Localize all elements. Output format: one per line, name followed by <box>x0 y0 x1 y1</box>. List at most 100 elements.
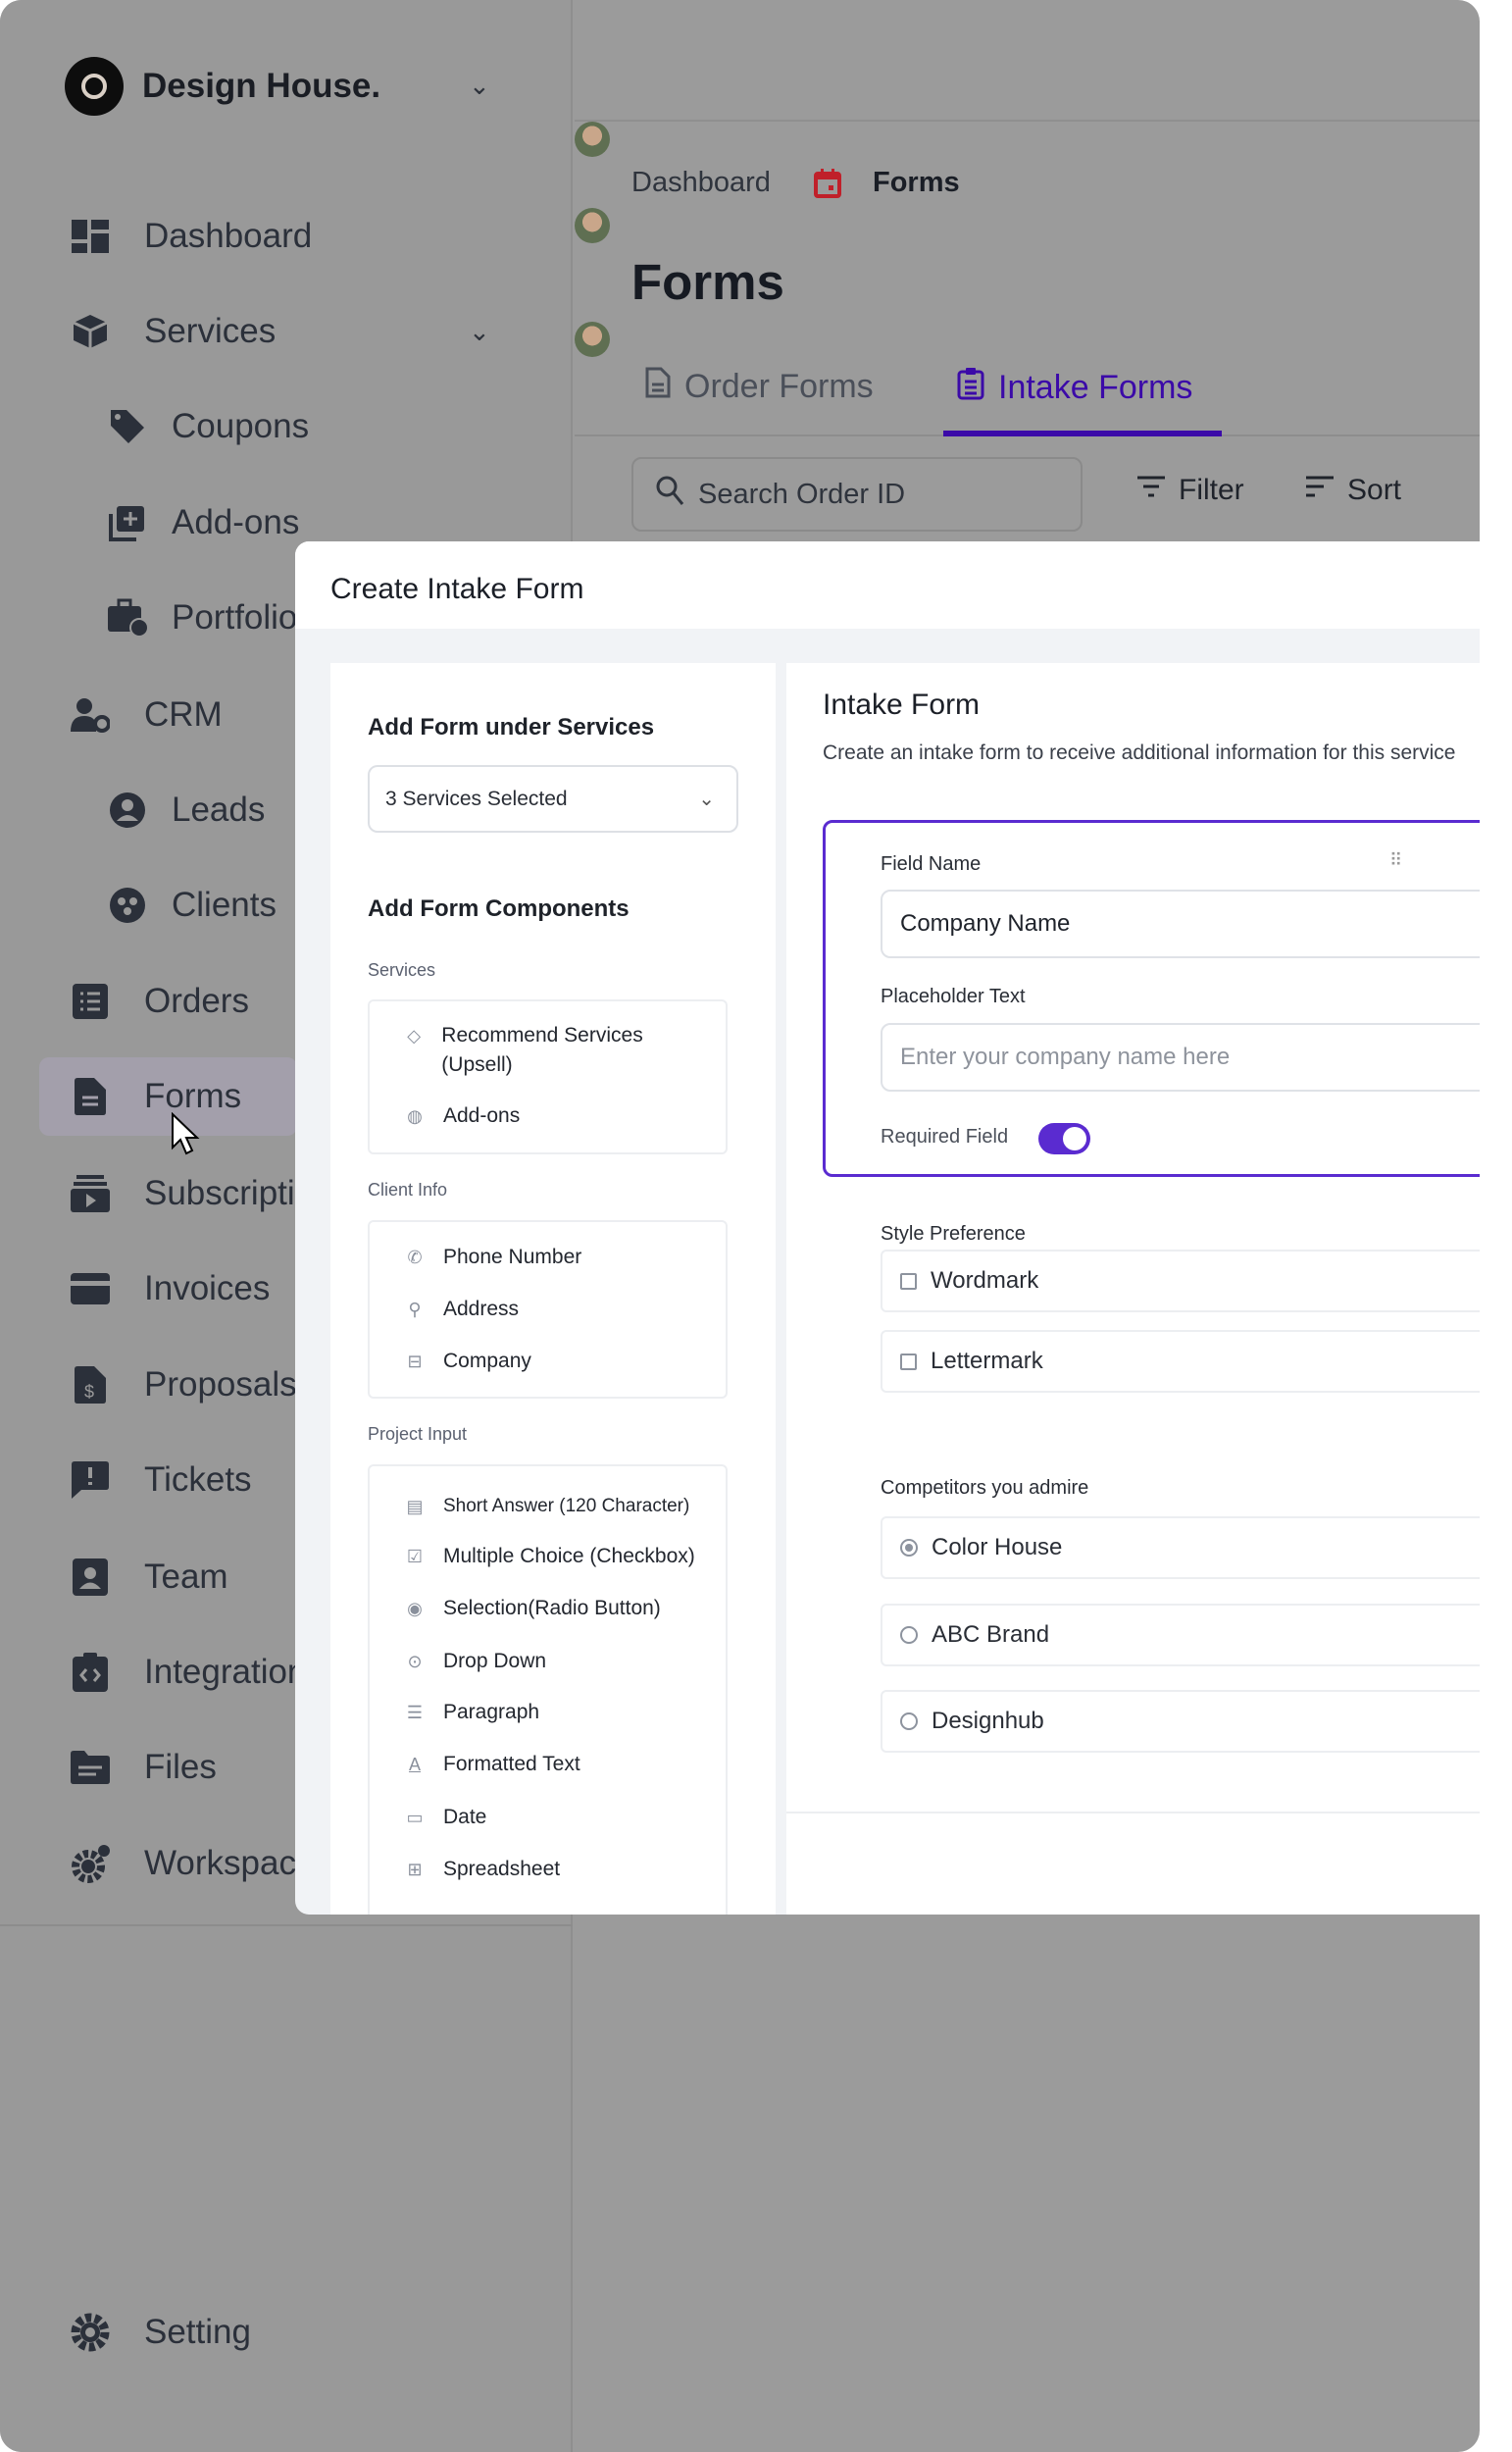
checkbox-icon[interactable] <box>900 1354 917 1370</box>
field-name-input[interactable]: Company Name <box>881 890 1480 958</box>
field-name-label: Field Name <box>881 853 981 876</box>
checkbox-icon: ☑ <box>404 1542 426 1571</box>
style-preference-label: Style Preference <box>881 1223 1026 1246</box>
topbar-divider <box>575 120 1480 122</box>
search-icon <box>655 475 684 514</box>
box-icon <box>71 312 110 351</box>
active-tab-indicator <box>943 431 1222 436</box>
component-drop-down[interactable]: ⊙Drop Down <box>404 1647 546 1676</box>
component-spreadsheet[interactable]: ⊞Spreadsheet <box>404 1855 560 1884</box>
radio-icon[interactable] <box>900 1626 918 1644</box>
required-field-toggle[interactable] <box>1038 1123 1090 1154</box>
services-heading: Add Form under Services <box>368 714 654 741</box>
chevron-down-icon: ⌄ <box>698 787 715 811</box>
breadcrumb-dashboard[interactable]: Dashboard <box>631 167 771 199</box>
sort-button[interactable]: Sort <box>1304 474 1401 507</box>
sort-icon <box>1304 474 1336 507</box>
modal-header: Create Intake Form <box>295 541 1480 629</box>
file-icon <box>71 1077 110 1116</box>
intake-form-panel: Intake Form Create an intake form to rec… <box>786 663 1480 1915</box>
group-label-client-info: Client Info <box>368 1180 447 1200</box>
palette-icon: ◍ <box>404 1101 426 1131</box>
component-paragraph[interactable]: ☰Paragraph <box>404 1698 539 1727</box>
document-icon <box>645 367 671 407</box>
field-editor-card[interactable]: Field Name ⠿ Company Name Placeholder Te… <box>823 820 1480 1177</box>
tag-icon <box>108 407 147 446</box>
component-add-ons[interactable]: ◍Add-ons <box>404 1101 520 1131</box>
calendar-icon: ▭ <box>404 1803 426 1832</box>
filter-icon <box>1135 474 1167 507</box>
create-intake-form-modal: Create Intake Form Add Form under Servic… <box>295 541 1480 1915</box>
add-on-icon <box>108 503 147 542</box>
user-circle-icon <box>108 791 147 830</box>
gear-icon <box>71 2313 110 2352</box>
radio-icon[interactable] <box>900 1712 918 1730</box>
group-label-services: Services <box>368 960 435 981</box>
panel-divider <box>786 1812 1480 1813</box>
required-field-label: Required Field <box>881 1126 1008 1149</box>
location-pin-icon: ⚲ <box>404 1295 426 1324</box>
mouse-cursor-icon <box>171 1112 200 1162</box>
card-icon <box>71 1269 110 1308</box>
sidebar-item-services[interactable]: Services⌄ <box>0 292 573 371</box>
document-icon: ▤ <box>404 1492 426 1521</box>
alert-chat-icon <box>71 1460 110 1500</box>
option-color-house[interactable]: Color House <box>881 1516 1480 1579</box>
sidebar-divider <box>0 1924 573 1926</box>
tab-intake-forms[interactable]: Intake Forms <box>957 367 1192 409</box>
id-badge-icon <box>71 1558 110 1597</box>
component-formatted-text[interactable]: AFormatted Text <box>404 1750 580 1779</box>
list-icon <box>71 982 110 1021</box>
search-input[interactable]: Search Order ID <box>631 457 1083 532</box>
component-short-answer[interactable]: ▤Short Answer (120 Character) <box>404 1492 689 1521</box>
component-company[interactable]: ⊟Company <box>404 1347 531 1376</box>
brand-chevron-down-icon[interactable]: ⌄ <box>469 71 490 101</box>
modal-title: Create Intake Form <box>330 573 583 606</box>
avatar[interactable] <box>575 322 610 357</box>
intake-form-title: Intake Form <box>823 689 980 722</box>
users-circle-icon <box>108 886 147 925</box>
option-abc-brand[interactable]: ABC Brand <box>881 1604 1480 1666</box>
option-designhub[interactable]: Designhub <box>881 1690 1480 1753</box>
component-phone-number[interactable]: ✆Phone Number <box>404 1243 581 1272</box>
sidebar-item-dashboard[interactable]: Dashboard <box>0 197 573 276</box>
briefcase-icon: ⊟ <box>404 1347 426 1376</box>
components-heading: Add Form Components <box>368 895 630 923</box>
tag-icon: ◇ <box>404 1021 424 1050</box>
placeholder-label: Placeholder Text <box>881 986 1026 1008</box>
calendar-icon <box>814 169 841 203</box>
sidebar-item-coupons[interactable]: Coupons <box>0 387 573 466</box>
paragraph-icon: ☰ <box>404 1698 426 1727</box>
avatar[interactable] <box>575 208 610 243</box>
briefcase-clock-icon <box>108 598 147 638</box>
avatar[interactable] <box>575 122 610 157</box>
dashboard-icon <box>71 217 110 256</box>
drag-handle-icon[interactable]: ⠿ <box>1389 850 1400 871</box>
component-multiple-choice[interactable]: ☑Multiple Choice (Checkbox) <box>404 1542 695 1571</box>
brand-name: Design House. <box>142 67 380 106</box>
services-chevron-down-icon[interactable]: ⌄ <box>469 317 490 347</box>
tab-order-forms[interactable]: Order Forms <box>645 367 874 407</box>
option-lettermark[interactable]: Lettermark <box>881 1330 1480 1393</box>
dropdown-circle-icon: ⊙ <box>404 1647 426 1676</box>
component-selection-radio[interactable]: ◉Selection(Radio Button) <box>404 1594 661 1623</box>
placeholder-input[interactable]: Enter your company name here <box>881 1023 1480 1092</box>
checkbox-icon[interactable] <box>900 1273 917 1290</box>
filter-button[interactable]: Filter <box>1135 474 1244 507</box>
services-select[interactable]: 3 Services Selected⌄ <box>368 765 738 833</box>
option-wordmark[interactable]: Wordmark <box>881 1250 1480 1312</box>
components-panel: Add Form under Services 3 Services Selec… <box>330 663 776 1915</box>
clipboard-icon <box>957 367 984 409</box>
group-label-project-input: Project Input <box>368 1424 467 1445</box>
sidebar-item-setting[interactable]: Setting <box>0 2293 573 2372</box>
sidebar-item-forms[interactable]: Forms <box>39 1057 297 1136</box>
radio-selected-icon[interactable] <box>900 1539 918 1557</box>
svg-text:$: $ <box>84 1382 94 1402</box>
component-recommend-services[interactable]: ◇Recommend Services (Upsell) <box>404 1021 698 1080</box>
project-input-components-box: ▤Short Answer (120 Character) ☑Multiple … <box>368 1464 728 1915</box>
component-address[interactable]: ⚲Address <box>404 1295 519 1324</box>
grid-icon: ⊞ <box>404 1855 426 1884</box>
component-date[interactable]: ▭Date <box>404 1803 486 1832</box>
user-gear-icon <box>71 695 110 735</box>
brand-logo <box>65 57 124 116</box>
